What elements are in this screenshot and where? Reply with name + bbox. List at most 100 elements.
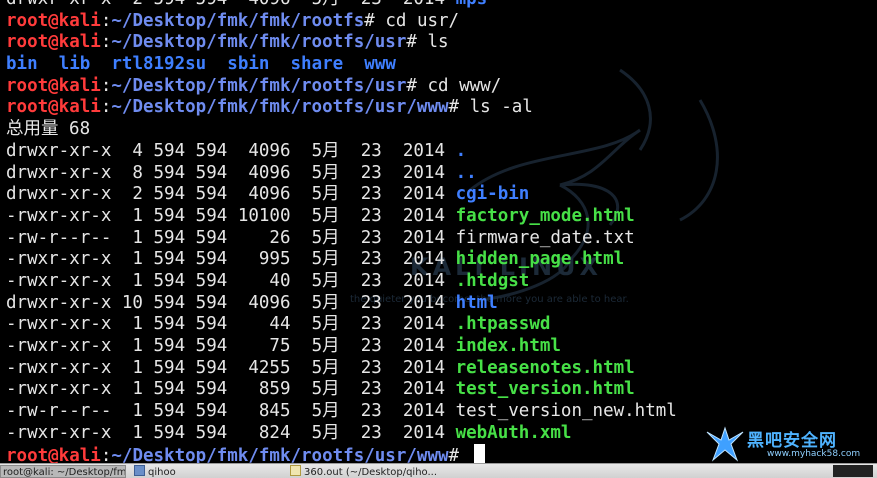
file-owner: 594 bbox=[153, 357, 186, 378]
file-month: 5月 bbox=[311, 270, 340, 291]
file-month: 5月 bbox=[311, 401, 340, 422]
file-day: 23 bbox=[360, 422, 382, 443]
file-day: 23 bbox=[360, 292, 382, 313]
file-month: 5月 bbox=[312, 0, 340, 9]
prompt-path: ~/Desktop/fmk/fmk/rootfs/usr bbox=[111, 32, 407, 53]
file-owner: 594 bbox=[153, 184, 186, 205]
link-count: 2 bbox=[111, 184, 143, 205]
taskbar-task-editor[interactable]: 360.out (~/Desktop/qiho... bbox=[288, 465, 438, 478]
terminal-text: 总用量 68 bbox=[6, 119, 91, 140]
terminal-line: bin lib rtl8192su sbin share www bbox=[6, 54, 877, 76]
file-owner: 594 bbox=[153, 140, 186, 161]
file-owner: 594 bbox=[153, 227, 186, 248]
terminal-line: -rwxr-xr-x 1 594 594 10100 5月 23 2014 fa… bbox=[6, 206, 877, 228]
file-name: firmware_date.txt bbox=[455, 227, 635, 248]
prompt-command: ls bbox=[427, 32, 449, 53]
file-size: 4096 bbox=[227, 184, 291, 205]
file-group: 594 bbox=[195, 357, 228, 378]
file-size: 4096 bbox=[227, 0, 290, 9]
link-count: 1 bbox=[111, 357, 143, 378]
file-day: 23 bbox=[361, 0, 382, 9]
prompt-command: ls -al bbox=[469, 97, 533, 118]
prompt-user: root@kali bbox=[6, 75, 101, 96]
file-month: 5月 bbox=[311, 249, 340, 270]
file-size: 44 bbox=[227, 314, 291, 335]
prompt-path: ~/Desktop/fmk/fmk/rootfs/usr/www bbox=[111, 97, 449, 118]
file-day: 23 bbox=[360, 140, 382, 161]
file-name: cgi-bin bbox=[455, 184, 530, 205]
terminal-line: drwxr-xr-x 8 594 594 4096 5月 23 2014 .. bbox=[6, 163, 877, 185]
file-permissions: -rw-r--r-- bbox=[6, 401, 112, 422]
file-month: 5月 bbox=[311, 184, 340, 205]
text-editor-icon bbox=[290, 465, 301, 476]
taskbar-task-label: root@kali: ~/Desktop/fm... bbox=[3, 467, 126, 478]
file-month: 5月 bbox=[311, 336, 340, 356]
file-group: 594 bbox=[195, 379, 228, 400]
watermark-title: 黑吧安全网 bbox=[747, 431, 837, 451]
link-count: 10 bbox=[111, 292, 143, 313]
file-size: 4096 bbox=[227, 162, 291, 183]
tray-area bbox=[833, 465, 873, 477]
terminal-line: root@kali:~/Desktop/fmk/fmk/rootfs/usr/w… bbox=[6, 97, 877, 119]
file-day: 23 bbox=[360, 270, 382, 291]
file-size: 10100 bbox=[227, 205, 291, 226]
terminal-line: 总用量 68 bbox=[6, 119, 877, 141]
file-size: 4096 bbox=[227, 292, 291, 313]
file-month: 5月 bbox=[311, 162, 340, 183]
file-owner: 594 bbox=[153, 379, 186, 400]
prompt-command: cd www/ bbox=[427, 75, 502, 96]
file-year: 2014 bbox=[402, 249, 446, 270]
link-count: 1 bbox=[111, 249, 143, 270]
file-year: 2014 bbox=[403, 0, 445, 9]
terminal-line: root@kali:~/Desktop/fmk/fmk/rootfs/usr# … bbox=[6, 32, 877, 54]
file-owner: 594 bbox=[153, 292, 186, 313]
file-year: 2014 bbox=[402, 357, 446, 378]
file-owner: 594 bbox=[153, 314, 186, 335]
terminal-line: -rwxr-xr-x 1 594 594 44 5月 23 2014 .htpa… bbox=[6, 314, 877, 336]
file-day: 23 bbox=[360, 357, 382, 378]
prompt-command: cd usr/ bbox=[385, 10, 460, 31]
file-permissions: -rw-r--r-- bbox=[6, 227, 112, 248]
file-day: 23 bbox=[360, 184, 382, 205]
link-count: 1 bbox=[111, 314, 143, 335]
file-name: mps bbox=[456, 0, 488, 9]
terminal-output[interactable]: drwxr-xr-x 2 594 594 4096 5月 23 2014 mps… bbox=[6, 0, 877, 466]
link-count: 8 bbox=[111, 162, 143, 183]
file-owner: 594 bbox=[153, 270, 186, 291]
file-year: 2014 bbox=[402, 205, 446, 226]
file-name: factory_mode.html bbox=[455, 205, 635, 226]
file-year: 2014 bbox=[402, 401, 446, 422]
file-permissions: -rwxr-xr-x bbox=[6, 314, 112, 335]
link-count: 1 bbox=[111, 379, 143, 400]
folder-icon bbox=[134, 465, 145, 476]
taskbar: root@kali: ~/Desktop/fm... qihoo 360.out… bbox=[0, 463, 877, 478]
file-size: 26 bbox=[227, 227, 291, 248]
prompt-symbol: # bbox=[406, 32, 417, 53]
file-owner: 594 bbox=[153, 336, 186, 356]
prompt-symbol: # bbox=[364, 10, 375, 31]
file-year: 2014 bbox=[402, 314, 446, 335]
file-owner: 594 bbox=[153, 162, 186, 183]
file-permissions: drwxr-xr-x bbox=[6, 184, 112, 205]
file-name: html bbox=[455, 292, 498, 313]
prompt-path: ~/Desktop/fmk/fmk/rootfs/usr bbox=[111, 75, 407, 96]
file-month: 5月 bbox=[311, 205, 340, 226]
prompt-separator: : bbox=[100, 10, 112, 31]
taskbar-task-label: qihoo bbox=[148, 467, 176, 478]
link-count: 2 bbox=[111, 0, 143, 9]
taskbar-task-qihoo[interactable]: qihoo bbox=[132, 465, 282, 478]
file-month: 5月 bbox=[311, 140, 340, 161]
prompt-symbol: # bbox=[448, 97, 460, 118]
file-year: 2014 bbox=[402, 140, 446, 161]
terminal-line: drwxr-xr-x 4 594 594 4096 5月 23 2014 . bbox=[6, 141, 877, 163]
file-group: 594 bbox=[195, 162, 228, 183]
file-year: 2014 bbox=[402, 162, 446, 183]
file-group: 594 bbox=[195, 205, 228, 226]
file-owner: 594 bbox=[153, 422, 186, 443]
terminal-line: -rwxr-xr-x 1 594 594 40 5月 23 2014 .htdg… bbox=[6, 271, 877, 293]
file-year: 2014 bbox=[402, 422, 446, 443]
file-permissions: -rwxr-xr-x bbox=[6, 422, 112, 443]
file-permissions: drwxr-xr-x bbox=[6, 140, 112, 161]
file-group: 594 bbox=[195, 184, 228, 205]
taskbar-task-terminal[interactable]: root@kali: ~/Desktop/fm... bbox=[0, 465, 126, 478]
